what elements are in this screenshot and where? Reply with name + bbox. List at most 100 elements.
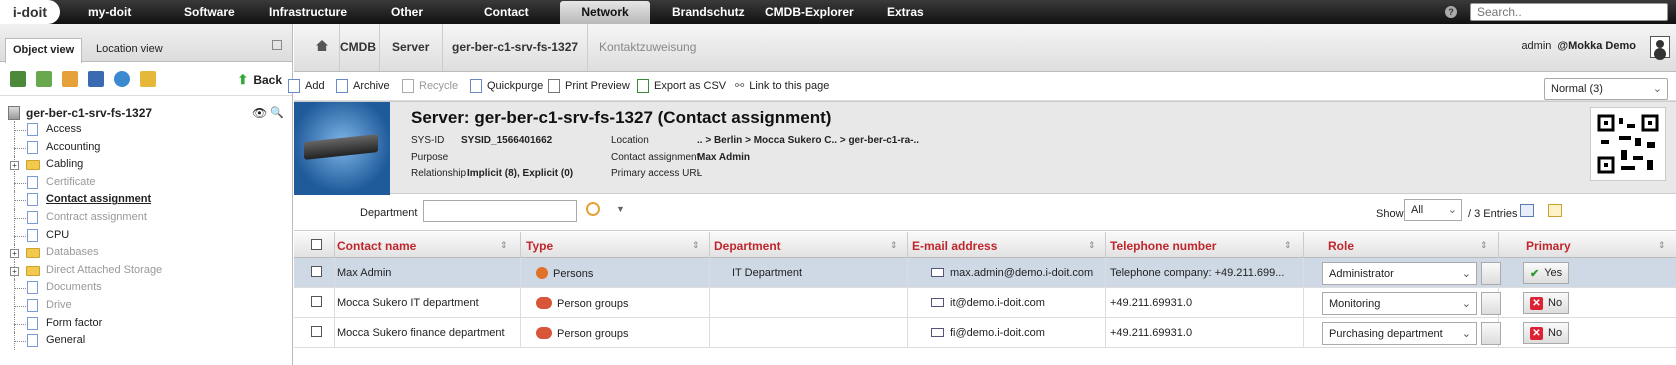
search-icon[interactable] [586, 202, 600, 216]
tree-item[interactable]: Contract assignment [0, 208, 292, 227]
tree-item[interactable]: General [0, 332, 292, 350]
tree-item[interactable]: Form factor [0, 314, 292, 333]
expand-icon[interactable]: + [10, 249, 19, 259]
copy-icon[interactable] [1481, 262, 1501, 285]
qr-code[interactable] [1590, 107, 1666, 181]
table-row[interactable]: Max Admin Persons IT Department max.admi… [294, 258, 1676, 288]
lock-icon[interactable] [140, 70, 156, 87]
mail-icon [931, 298, 944, 307]
row-checkbox[interactable] [311, 296, 322, 307]
copy-icon[interactable] [1481, 292, 1501, 315]
list-view-icon[interactable] [1520, 204, 1534, 217]
primary-no-button[interactable]: ✕ No [1523, 322, 1570, 344]
sort-icon[interactable]: ⇕ [890, 240, 898, 251]
tree-item[interactable]: + Databases [0, 244, 292, 262]
nav-contact[interactable]: Contact [484, 5, 529, 19]
table-row[interactable]: Mocca Sukero IT department Person groups… [294, 288, 1676, 318]
role-select[interactable]: Monitoring ⌄ [1322, 292, 1477, 315]
avatar[interactable] [1650, 36, 1670, 58]
export-csv-button[interactable]: Export as CSV [637, 79, 726, 93]
show-select[interactable]: All ⌄ [1404, 199, 1462, 221]
chevron-down-icon: ⌄ [1461, 328, 1471, 340]
print-preview-button[interactable]: Print Preview [548, 79, 630, 93]
breadcrumb-server[interactable]: Server [392, 40, 429, 54]
sort-icon[interactable]: ⇕ [1088, 240, 1096, 251]
tree-item[interactable]: + Cabling [0, 156, 292, 174]
nav-software[interactable]: Software [184, 5, 235, 19]
help-icon[interactable]: ? [1445, 6, 1457, 18]
status-filter-select[interactable]: Normal (3) ⌄ [1544, 78, 1668, 100]
primary-yes-button[interactable]: ✔ Yes [1523, 262, 1570, 284]
column-telephone[interactable]: Telephone number [1110, 239, 1216, 253]
book-icon[interactable] [88, 70, 104, 87]
column-primary[interactable]: Primary [1526, 239, 1571, 253]
person-group-icon [536, 327, 552, 339]
tree-item[interactable]: CPU [0, 226, 292, 245]
eye-icon[interactable]: 👁 [252, 106, 267, 120]
nav-extras[interactable]: Extras [887, 5, 924, 19]
primary-no-button[interactable]: ✕ No [1523, 292, 1570, 314]
caret-down-icon[interactable]: ▼ [616, 204, 625, 214]
back-button[interactable]: ⬆ Back [237, 72, 282, 88]
column-type[interactable]: Type [526, 239, 553, 253]
nav-cmdb-explorer[interactable]: CMDB-Explorer [765, 5, 854, 19]
expand-icon[interactable]: + [10, 266, 19, 276]
role-select[interactable]: Administrator ⌄ [1322, 262, 1477, 285]
breadcrumb: CMDB Server ger-ber-c1-srv-fs-1327 Konta… [294, 24, 1676, 72]
cross-icon: ✕ [1530, 297, 1543, 310]
magnifier-icon[interactable]: 🔍 [270, 106, 284, 120]
nav-network[interactable]: Network [560, 1, 650, 24]
action-toolbar: Add Archive Recycle Quickpurge Print Pre… [288, 72, 1676, 101]
sort-icon[interactable]: ⇕ [500, 240, 508, 251]
tab-object-view[interactable]: Object view [5, 38, 83, 63]
tree-structure-icon[interactable] [10, 70, 26, 87]
column-contact-name[interactable]: Contact name [337, 239, 416, 253]
breadcrumb-object[interactable]: ger-ber-c1-srv-fs-1327 [452, 40, 578, 54]
row-checkbox[interactable] [311, 266, 322, 277]
link-button[interactable]: ⚯ Link to this page [735, 79, 829, 93]
external-link-icon[interactable] [272, 40, 282, 50]
tree-item[interactable]: Access [0, 121, 292, 139]
archive-icon [336, 79, 348, 93]
tree-root-object[interactable]: ger-ber-c1-srv-fs-1327 [8, 106, 152, 120]
expand-icon[interactable]: + [10, 161, 19, 171]
select-all-checkbox[interactable] [311, 239, 322, 250]
tree-item[interactable]: + Direct Attached Storage [0, 261, 292, 280]
table-row[interactable]: Mocca Sukero finance department Person g… [294, 318, 1676, 348]
sort-icon[interactable]: ⇕ [692, 240, 700, 251]
home-icon[interactable] [316, 40, 328, 51]
global-search-input[interactable] [1470, 3, 1668, 21]
globe-icon[interactable] [114, 70, 130, 87]
breadcrumb-cmdb[interactable]: CMDB [340, 40, 376, 54]
column-email[interactable]: E-mail address [912, 239, 997, 253]
column-role[interactable]: Role [1328, 239, 1354, 253]
top-navigation: i-doit my-doit Software Infrastructure O… [0, 0, 1676, 24]
edit-list-icon[interactable] [1548, 204, 1562, 217]
archive-button[interactable]: Archive [336, 79, 390, 93]
tab-location-view[interactable]: Location view [96, 43, 163, 55]
tree-item[interactable]: Accounting [0, 138, 292, 157]
sort-icon[interactable]: ⇕ [1658, 240, 1666, 251]
idoit-logo[interactable]: i-doit [0, 0, 60, 24]
recycle-button[interactable]: Recycle [402, 79, 458, 93]
nav-other[interactable]: Other [391, 5, 423, 19]
tree-item-current[interactable]: Contact assignment [0, 191, 292, 209]
nav-brandschutz[interactable]: Brandschutz [672, 5, 745, 19]
tree-item[interactable]: Certificate [0, 173, 292, 192]
copy-icon[interactable] [1481, 322, 1501, 345]
add-button[interactable]: Add [288, 79, 325, 93]
calendar-icon[interactable] [62, 70, 78, 87]
tree-item[interactable]: Drive [0, 296, 292, 315]
role-select[interactable]: Purchasing department ⌄ [1322, 322, 1477, 345]
expand-tree-icon[interactable] [36, 70, 52, 87]
quickpurge-button[interactable]: Quickpurge [470, 79, 543, 93]
column-department[interactable]: Department [714, 239, 781, 253]
location-link[interactable]: .. > Berlin > Mocca Sukero C.. > ger-ber… [697, 135, 919, 146]
sort-icon[interactable]: ⇕ [1480, 240, 1488, 251]
tree-item[interactable]: Documents [0, 279, 292, 297]
department-filter-input[interactable] [423, 200, 577, 222]
sort-icon[interactable]: ⇕ [1284, 240, 1292, 251]
row-checkbox[interactable] [311, 326, 322, 337]
nav-my-doit[interactable]: my-doit [88, 5, 131, 19]
nav-infrastructure[interactable]: Infrastructure [269, 5, 347, 19]
